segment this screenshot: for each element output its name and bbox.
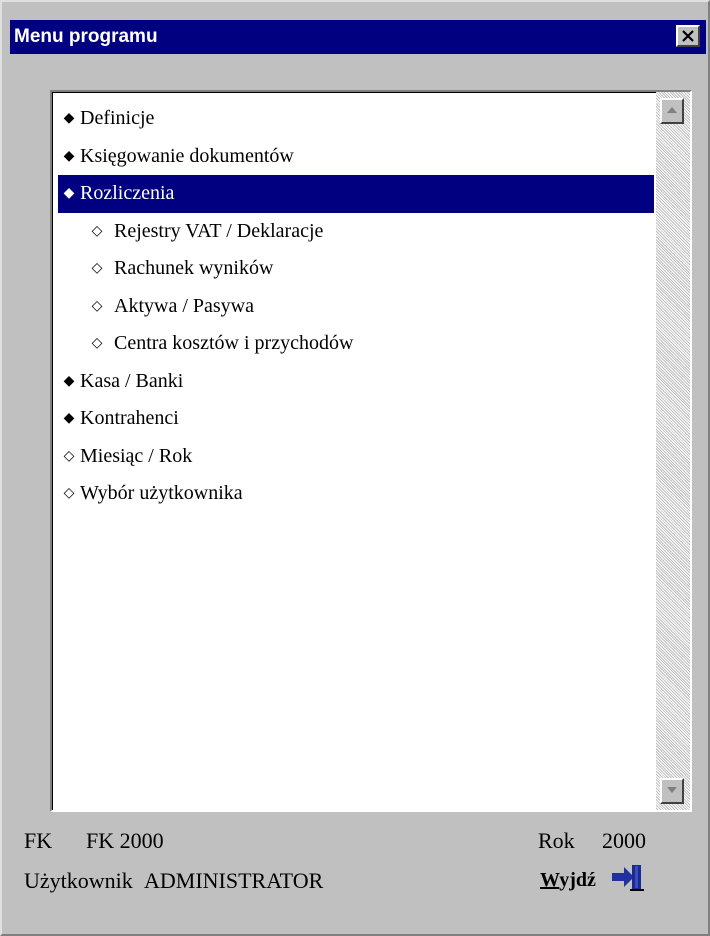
menu-item[interactable]: ◇ Rejestry VAT / Deklaracje [58, 213, 654, 251]
exit-door-icon [610, 862, 644, 898]
user-label: Użytkownik [24, 868, 133, 893]
menu-item-label: Rachunek wyników [114, 257, 274, 279]
menu-item[interactable]: ◆ Kontrahenci [58, 400, 654, 438]
menu-listbox[interactable]: ◆ Definicje ◆ Księgowanie dokumentów ◆ Rozlic… [50, 90, 692, 812]
filled-diamond-icon: ◆ [63, 148, 75, 164]
hollow-diamond-icon: ◇ [63, 486, 75, 501]
filled-diamond-icon: ◆ [63, 111, 75, 126]
filled-diamond-icon: ◆ [63, 186, 75, 201]
close-icon [682, 30, 694, 42]
menu-item-label: Rozliczenia [80, 182, 175, 204]
user-value: ADMINISTRATOR [144, 868, 324, 893]
filled-diamond-icon: ◆ [63, 373, 75, 389]
hollow-diamond-icon: ◇ [91, 298, 103, 314]
exit-button[interactable]: Wyjdź [540, 864, 644, 896]
arrow-down-icon [667, 787, 677, 793]
hollow-diamond-icon: ◇ [91, 261, 103, 276]
exit-label: Wyjdź [540, 868, 596, 891]
menu-item[interactable]: ◆ Księgowanie dokumentów [58, 138, 654, 176]
menu-item-label: Aktywa / Pasywa [114, 294, 254, 317]
menu-item-label: Kontrahenci [80, 407, 179, 429]
arrow-up-icon [667, 107, 677, 113]
vertical-scrollbar[interactable] [656, 92, 690, 810]
menu-item[interactable]: ◇ Miesiąc / Rok [58, 438, 654, 476]
scroll-down-button[interactable] [660, 778, 684, 804]
hollow-diamond-icon: ◇ [63, 448, 75, 464]
year-label: Rok [538, 828, 575, 853]
menu-item-label: Definicje [80, 107, 155, 129]
menu-item-label: Wybór użytkownika [80, 482, 243, 504]
menu-item-label: Miesiąc / Rok [80, 444, 193, 467]
menu-item[interactable]: ◆ Kasa / Banki [58, 363, 654, 401]
window-title: Menu programu [14, 26, 158, 47]
year-value: 2000 [602, 828, 646, 853]
hollow-diamond-icon: ◇ [91, 223, 103, 239]
menu-item[interactable]: ◇ Aktywa / Pasywa [58, 288, 654, 326]
menu-item-label: Księgowanie dokumentów [80, 144, 294, 167]
menu-item[interactable]: ◇ Centra kosztów i przychodów [58, 325, 654, 363]
menu-item[interactable]: ◇ Wybór użytkownika [58, 475, 654, 513]
menu-item[interactable]: ◇ Rachunek wyników [58, 250, 654, 288]
menu-item[interactable]: ◆ Definicje [58, 100, 654, 138]
menu-list: ◆ Definicje ◆ Księgowanie dokumentów ◆ Rozlic… [58, 100, 654, 513]
module-name: FK 2000 [86, 828, 164, 853]
menu-window: Menu programu ◆ Definicje ◆ Księgowanie dok… [0, 0, 710, 936]
menu-item-label: Centra kosztów i przychodów [114, 332, 354, 354]
menu-item[interactable]: ◆ Rozliczenia [58, 175, 654, 213]
module-code: FK [24, 828, 53, 853]
filled-diamond-icon: ◆ [63, 411, 75, 426]
scroll-up-button[interactable] [660, 98, 684, 124]
title-bar[interactable]: Menu programu [10, 20, 706, 54]
close-button[interactable] [676, 25, 700, 47]
hollow-diamond-icon: ◇ [91, 336, 103, 351]
menu-item-label: Kasa / Banki [80, 369, 184, 392]
menu-item-label: Rejestry VAT / Deklaracje [114, 219, 324, 242]
